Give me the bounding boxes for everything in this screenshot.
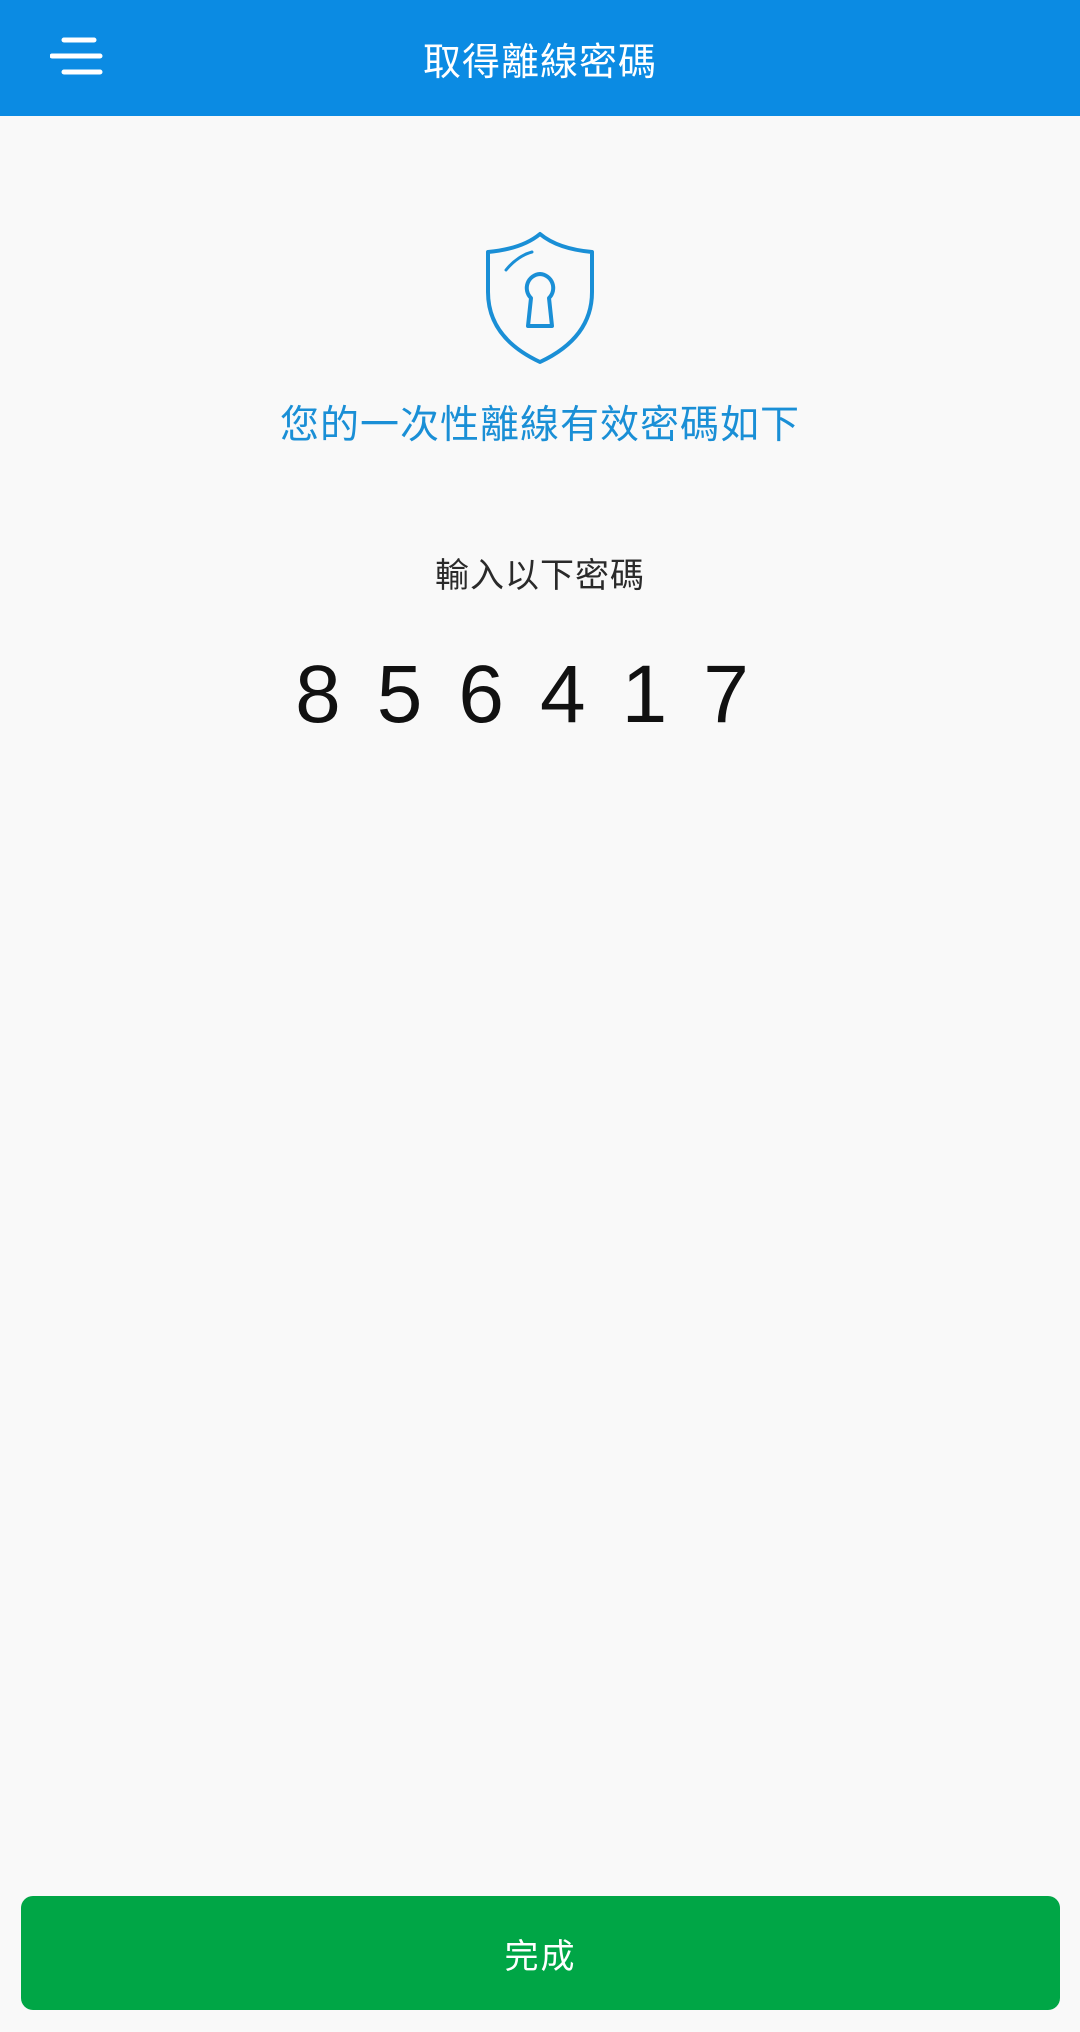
page-title: 取得離線密碼 xyxy=(422,39,657,84)
app-screen: 取得離線密碼 您的一次性離線有效密碼如下 輸入以下密碼 856417 完成 xyxy=(0,0,1080,2032)
menu-button[interactable] xyxy=(40,26,116,90)
top-app-bar: 取得離線密碼 xyxy=(0,0,1080,116)
offline-password-code: 856417 xyxy=(295,649,785,740)
menu-icon xyxy=(50,37,103,75)
otp-subtitle: 您的一次性離線有效密碼如下 xyxy=(279,403,800,448)
instruction-text: 輸入以下密碼 xyxy=(435,556,645,596)
done-button[interactable]: 完成 xyxy=(21,1896,1060,2010)
shield-keyhole-icon xyxy=(486,232,594,364)
